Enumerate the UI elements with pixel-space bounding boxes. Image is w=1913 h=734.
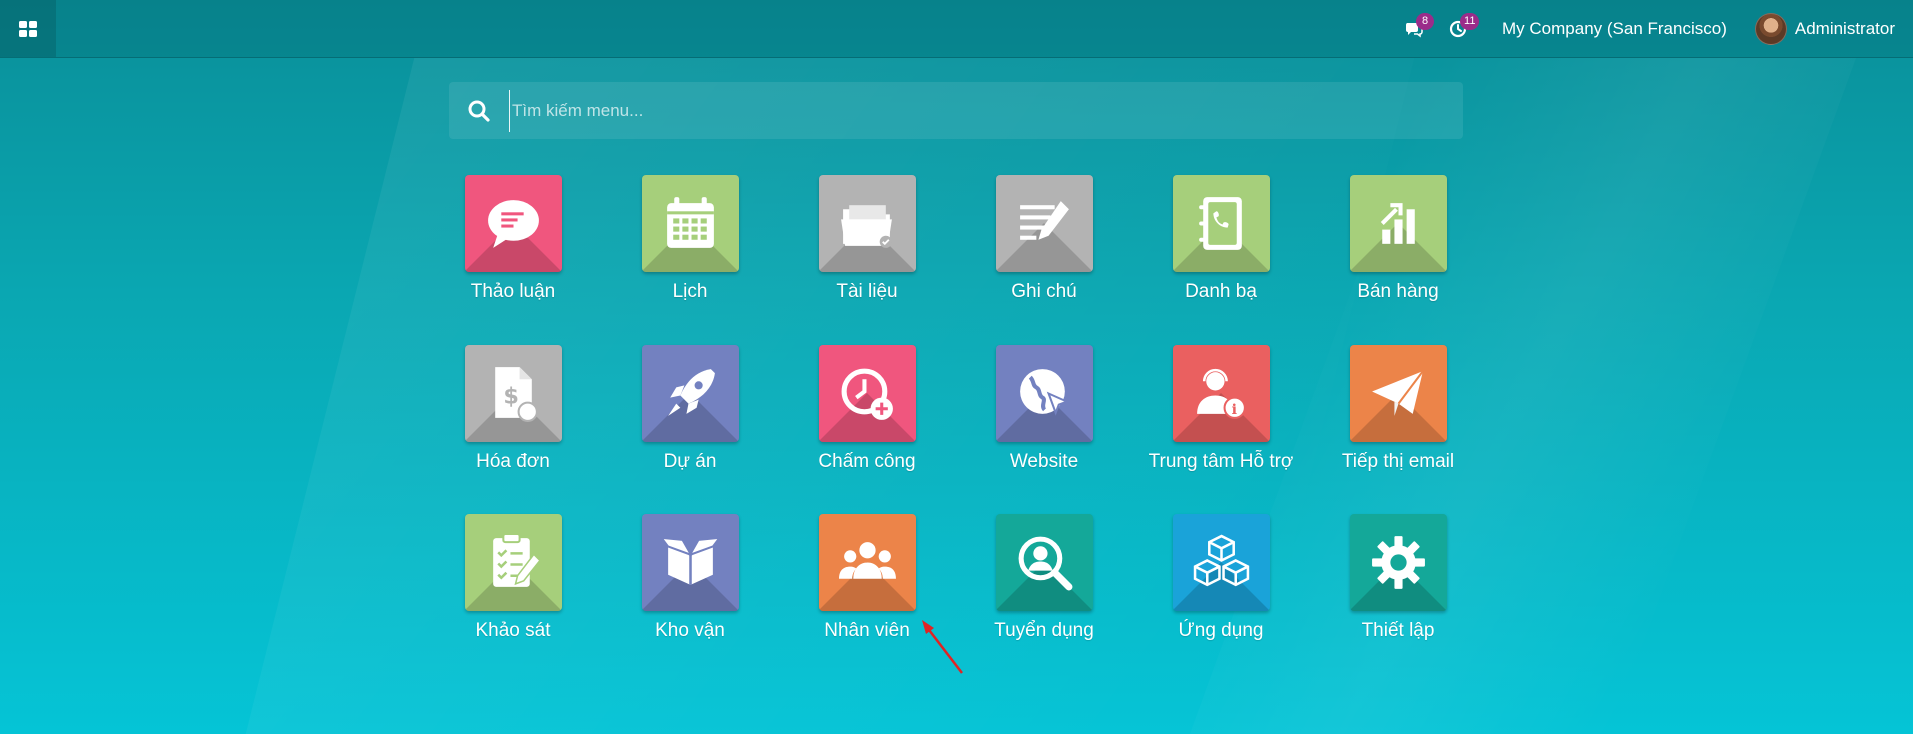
app-label: Tài liệu [836, 281, 898, 302]
app-settings[interactable]: Thiết lập [1310, 514, 1486, 642]
messages-systray[interactable]: 8 [1392, 0, 1436, 57]
app-helpdesk[interactable]: i Trung tâm Hỗ trợ [1133, 345, 1309, 473]
avatar [1754, 12, 1787, 45]
app-label: Ứng dụng [1178, 620, 1264, 641]
grid-icon [19, 20, 37, 37]
app-label: Trung tâm Hỗ trợ [1148, 451, 1294, 472]
app-tile [1172, 514, 1270, 611]
calendar-icon [666, 197, 714, 248]
app-label: Tiếp thị email [1341, 451, 1455, 472]
app-label: Kho vận [655, 620, 725, 641]
cubes-icon [1193, 534, 1249, 587]
top-navbar: 8 11 My Company (San Francisco) Administ… [0, 0, 1913, 58]
app-tile [641, 345, 739, 442]
rocket-icon [667, 369, 715, 416]
app-attendances[interactable]: Chấm công [779, 345, 955, 473]
app-email-marketing[interactable]: Tiếp thị email [1310, 345, 1486, 473]
gear-icon [1371, 536, 1425, 589]
user-menu[interactable]: Administrator [1754, 12, 1895, 45]
app-tile [995, 345, 1093, 442]
app-sales[interactable]: Bán hàng [1310, 175, 1486, 303]
app-tile [1172, 175, 1270, 272]
app-recruitment[interactable]: Tuyển dụng [956, 514, 1132, 642]
app-discuss[interactable]: Thảo luận [425, 175, 601, 303]
phone-book-icon [1198, 197, 1242, 250]
app-apps[interactable]: Ứng dụng [1133, 514, 1309, 642]
systray: 8 11 My Company (San Francisco) Administ… [1392, 0, 1913, 57]
box-icon [659, 537, 721, 585]
app-tile [995, 175, 1093, 272]
app-label: Tuyển dụng [994, 620, 1094, 641]
clock-plus-icon [841, 368, 893, 420]
app-surveys[interactable]: Khảo sát [425, 514, 601, 642]
app-tile [464, 514, 562, 611]
app-tile [1349, 345, 1447, 442]
app-label: Bán hàng [1357, 281, 1439, 302]
app-tile [995, 514, 1093, 611]
app-label: Ghi chú [1011, 281, 1077, 302]
paper-plane-icon [1371, 370, 1424, 416]
menu-search-bar [449, 82, 1463, 139]
app-tile [818, 175, 916, 272]
apps-menu-toggle[interactable] [0, 0, 56, 57]
app-tile: $ [464, 345, 562, 442]
app-tile [641, 514, 739, 611]
chat-bubble-icon [487, 200, 539, 248]
app-label: Dự án [663, 451, 717, 472]
app-invoicing[interactable]: $ Hóa đơn [425, 345, 601, 473]
app-label: Khảo sát [475, 620, 551, 641]
app-contacts[interactable]: Danh bạ [1133, 175, 1309, 303]
activities-systray[interactable]: 11 [1436, 0, 1480, 57]
person-search-icon [1018, 536, 1072, 591]
app-notes[interactable]: Ghi chú [956, 175, 1132, 303]
app-inventory[interactable]: Kho vận [602, 514, 778, 642]
app-label: Chấm công [818, 451, 916, 472]
annotation-arrow-icon [922, 620, 963, 674]
survey-checklist-icon [492, 533, 541, 587]
activities-badge: 11 [1460, 13, 1480, 30]
messages-badge: 8 [1416, 13, 1435, 30]
globe-cursor-icon [1019, 369, 1070, 416]
helpdesk-agent-icon: i [1196, 368, 1246, 419]
app-label: Thiết lập [1361, 620, 1435, 641]
app-tile: i [1172, 345, 1270, 442]
company-switcher[interactable]: My Company (San Francisco) [1480, 19, 1755, 39]
app-project[interactable]: Dự án [602, 345, 778, 473]
app-label: Thảo luận [470, 281, 556, 302]
app-tile [464, 175, 562, 272]
app-calendar[interactable]: Lịch [602, 175, 778, 303]
note-pencil-icon [1019, 201, 1069, 240]
user-name: Administrator [1794, 18, 1895, 38]
svg-text:i: i [1231, 402, 1237, 418]
search-input[interactable] [509, 89, 1414, 132]
app-tile [1349, 514, 1447, 611]
app-website[interactable]: Website [956, 345, 1132, 473]
app-tile [818, 514, 916, 611]
folder-icon [840, 205, 892, 248]
people-group-icon [838, 542, 896, 579]
search-icon [468, 100, 490, 122]
app-label: Danh bạ [1185, 281, 1257, 302]
app-label: Hóa đơn [476, 451, 550, 472]
app-documents[interactable]: Tài liệu [779, 175, 955, 303]
app-tile [1349, 175, 1447, 272]
sales-chart-icon [1380, 203, 1415, 244]
app-tile [818, 345, 916, 442]
app-tile [641, 175, 739, 272]
svg-text:$: $ [503, 384, 519, 410]
app-label: Website [1009, 451, 1079, 472]
app-label: Lịch [672, 281, 708, 302]
invoice-icon: $ [494, 367, 538, 422]
